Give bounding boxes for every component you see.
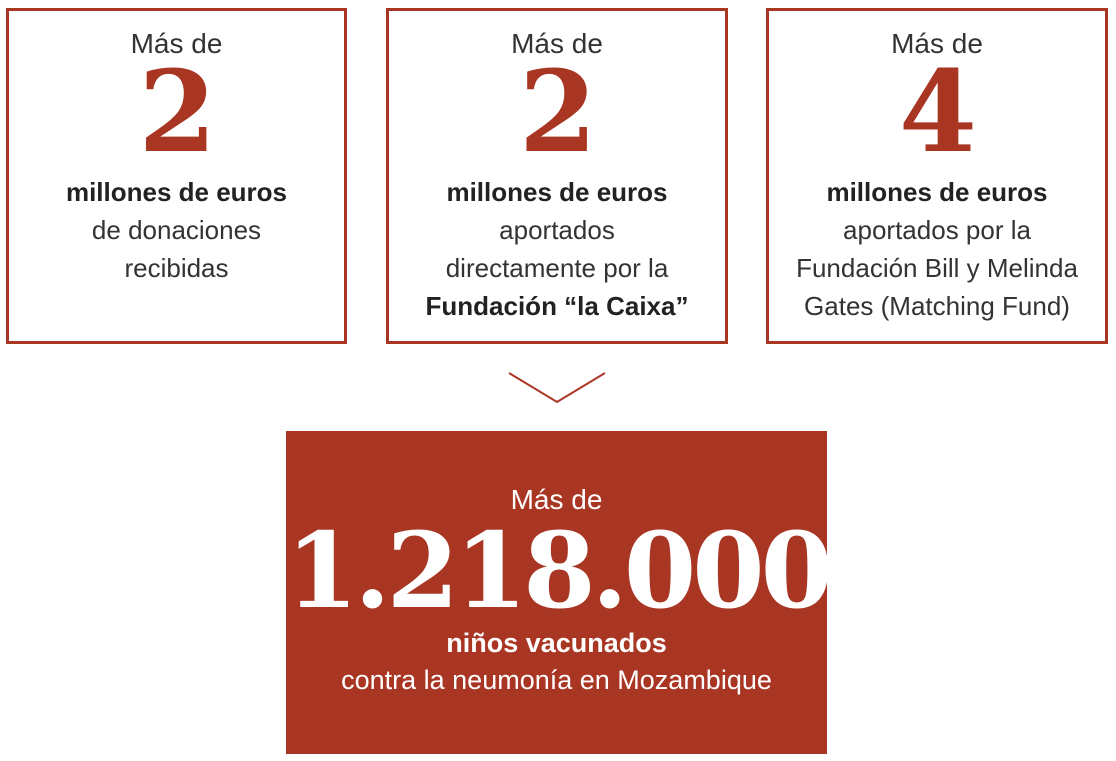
card-description-line: recibidas xyxy=(124,253,229,283)
card-description-line: de donaciones xyxy=(91,215,262,245)
card-amount-label: millones de euros xyxy=(446,177,668,207)
result-description: contra la neumonía en Mozambique xyxy=(341,665,772,695)
card-amount-label: millones de euros xyxy=(826,177,1048,207)
card-description-line: Gates (Matching Fund) xyxy=(804,291,1070,321)
gates-foundation-card: Más de 4 millones de euros aportados por… xyxy=(766,8,1108,344)
donations-card: Más de 2 millones de euros de donaciones… xyxy=(6,8,347,344)
infographic: Más de 2 millones de euros de donaciones… xyxy=(0,0,1116,761)
card-description-line: aportados xyxy=(499,215,615,245)
card-description-line: directamente por la xyxy=(445,253,669,283)
card-amount-label: millones de euros xyxy=(65,177,288,207)
chevron-down-icon xyxy=(508,372,606,404)
card-number: 2 xyxy=(138,47,217,178)
card-description-line: Fundación Bill y Melinda xyxy=(796,253,1078,283)
card-number: 4 xyxy=(899,47,977,178)
card-number: 2 xyxy=(519,47,597,178)
result-number: 1.218.000 xyxy=(286,509,833,632)
result-box: Más de 1.218.000 niños vacunados contra … xyxy=(286,431,833,754)
card-description-line: Fundación “la Caixa” xyxy=(425,291,689,321)
card-description-line: aportados por la xyxy=(843,215,1031,245)
la-caixa-card: Más de 2 millones de euros aportados dir… xyxy=(386,8,728,344)
